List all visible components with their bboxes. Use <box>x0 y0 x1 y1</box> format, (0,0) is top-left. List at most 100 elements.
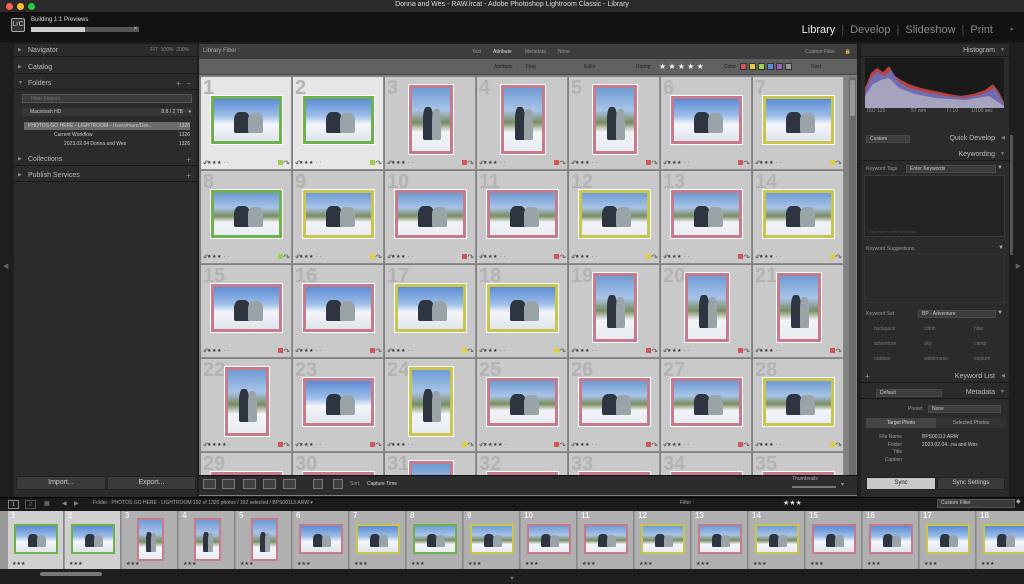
keyword-list-panel-header[interactable]: + Keyword List ◀ <box>861 370 1009 383</box>
rotate-right-icon[interactable]: ↷ <box>467 253 474 262</box>
rotate-left-icon[interactable]: ↶ <box>571 253 578 262</box>
export-button[interactable]: Export... <box>107 476 196 490</box>
photo-thumbnail[interactable] <box>303 190 374 238</box>
rotate-left-icon[interactable]: ↶ <box>663 159 670 168</box>
photo-thumbnail[interactable] <box>777 273 821 342</box>
left-panel-toggle-icon[interactable]: ◀ <box>3 262 8 270</box>
collections-panel-header[interactable]: ▶ Collections + <box>14 153 197 166</box>
rotate-right-icon[interactable]: ↷ <box>651 441 658 450</box>
grid-cell[interactable]: 30 <box>293 453 384 475</box>
grid-cell[interactable]: 8 ★★★ · · ↶ ↷ <box>201 171 292 264</box>
rotate-right-icon[interactable]: ↷ <box>283 347 290 356</box>
photo-thumbnail[interactable] <box>755 524 799 554</box>
photo-thumbnail[interactable] <box>303 284 374 332</box>
sort-direction-icon[interactable] <box>333 479 343 489</box>
folder-search-input[interactable]: Filter Folders <box>22 94 192 103</box>
rating-stars[interactable]: ★★★ · · <box>483 348 506 354</box>
rotate-left-icon[interactable]: ↶ <box>387 159 394 168</box>
photo-thumbnail[interactable] <box>303 378 374 426</box>
rotate-right-icon[interactable]: ↷ <box>835 253 842 262</box>
photo-thumbnail[interactable] <box>671 378 742 426</box>
color-label-badge[interactable] <box>278 254 283 259</box>
rotate-right-icon[interactable]: ↷ <box>375 253 382 262</box>
rotate-right-icon[interactable]: ↷ <box>467 441 474 450</box>
photo-thumbnail[interactable] <box>409 367 453 436</box>
rotate-left-icon[interactable]: ↶ <box>295 347 302 356</box>
keyword-set-item[interactable]: hike <box>974 326 983 332</box>
zoom-200[interactable]: 200% <box>176 47 189 53</box>
rotate-right-icon[interactable]: ↷ <box>743 159 750 168</box>
filter-tab-metadata[interactable]: Metadata <box>525 49 546 55</box>
photo-thumbnail[interactable] <box>926 524 970 554</box>
folders-remove-icon[interactable]: − <box>186 77 191 90</box>
photo-thumbnail[interactable] <box>225 367 269 436</box>
keyword-list-add-icon[interactable]: + <box>865 370 870 383</box>
rotate-left-icon[interactable]: ↶ <box>571 159 578 168</box>
primary-window-button[interactable]: 1 <box>8 500 19 509</box>
color-label-badge[interactable] <box>278 442 283 447</box>
photo-thumbnail[interactable] <box>983 524 1024 554</box>
rating-stars[interactable]: ★★★ · · <box>667 254 690 260</box>
photo-thumbnail[interactable] <box>356 524 400 554</box>
grid-cell[interactable]: 2 ★★★ · · ↶ ↷ <box>293 77 384 170</box>
people-view-icon[interactable] <box>283 479 296 489</box>
grid-cell[interactable]: 17 ★★★ · · ↶ ↷ <box>385 265 476 358</box>
module-slideshow[interactable]: Slideshow <box>905 24 955 36</box>
photo-thumbnail[interactable] <box>487 378 558 426</box>
grid-cell[interactable]: 19 ★★★ · · ↶ ↷ <box>569 265 660 358</box>
color-filter-purple[interactable] <box>776 63 783 70</box>
rating-stars[interactable]: ★★★★ · <box>207 442 231 448</box>
rating-stars[interactable]: ★★★ · · <box>391 348 414 354</box>
rotate-right-icon[interactable]: ↷ <box>283 441 290 450</box>
filmstrip-cell[interactable]: 12 ★★★ <box>635 511 691 569</box>
keyword-tags-select[interactable]: Enter Keywords <box>906 165 996 173</box>
photo-thumbnail[interactable] <box>71 524 115 554</box>
rotate-right-icon[interactable]: ↷ <box>743 347 750 356</box>
color-filter-red[interactable] <box>740 63 747 70</box>
photo-thumbnail[interactable] <box>409 461 453 475</box>
rotate-right-icon[interactable]: ↷ <box>559 441 566 450</box>
rotate-left-icon[interactable]: ↶ <box>479 159 486 168</box>
photo-thumbnail[interactable] <box>641 524 685 554</box>
filmstrip-source-path[interactable]: Folder : PHOTOS GO HERE - LIGHTROOM 192 … <box>93 500 313 506</box>
rating-stars[interactable]: ★★★ · · <box>391 254 414 260</box>
filter-lock-icon[interactable]: 🔒 <box>845 49 851 55</box>
rating-stars[interactable]: ★★★ · · <box>667 160 690 166</box>
right-panel-scrollbar[interactable] <box>1010 135 1013 255</box>
photo-thumbnail[interactable] <box>685 273 729 342</box>
rotate-right-icon[interactable]: ↷ <box>283 159 290 168</box>
keyword-set-item[interactable]: explore <box>974 356 990 362</box>
grid-cell[interactable]: 6 ★★★ · · ↶ ↷ <box>661 77 752 170</box>
photo-thumbnail[interactable] <box>211 284 282 332</box>
back-arrow-icon[interactable]: ◀ <box>62 500 67 507</box>
grid-view-icon[interactable] <box>203 479 216 489</box>
rotate-left-icon[interactable]: ↶ <box>203 441 210 450</box>
loupe-view-icon[interactable] <box>222 479 235 489</box>
grid-cell[interactable]: 13 ★★★ · · ↶ ↷ <box>661 171 752 264</box>
rotate-left-icon[interactable]: ↶ <box>479 347 486 356</box>
color-label-badge[interactable] <box>646 254 651 259</box>
rotate-right-icon[interactable]: ↷ <box>375 441 382 450</box>
grid-cell[interactable]: 33 <box>569 453 660 475</box>
rotate-left-icon[interactable]: ↶ <box>755 441 762 450</box>
import-button[interactable]: Import... <box>16 476 106 490</box>
color-filter-blue[interactable] <box>767 63 774 70</box>
filmstrip-cell[interactable]: 16 ★★★ <box>863 511 919 569</box>
folder-tree-row[interactable]: 2023.02.04 Donna and Wes 1326 <box>24 140 190 148</box>
grid-cell[interactable]: 21 ★★★ · · ↶ ↷ <box>753 265 844 358</box>
grid-cell[interactable]: 16 ★★★ · · ↶ ↷ <box>293 265 384 358</box>
navigator-zoom-options[interactable]: FIT 100% 200% <box>150 44 189 57</box>
photo-thumbnail[interactable] <box>698 524 742 554</box>
keyword-set-item[interactable]: climb <box>924 326 936 332</box>
keyword-entry-area[interactable]: Click here to add keywords <box>864 175 1005 237</box>
filter-preset-select[interactable]: Custom Filter <box>805 49 835 55</box>
rating-stars[interactable]: ★★★ · · <box>667 348 690 354</box>
photo-thumbnail[interactable] <box>593 273 637 342</box>
rating-stars[interactable]: ★★★ · · <box>207 348 230 354</box>
color-label-badge[interactable] <box>830 160 835 165</box>
selected-photos-tab[interactable]: Selected Photos <box>936 418 1006 428</box>
quick-develop-panel-header[interactable]: Quick Develop ◀ <box>861 132 1009 145</box>
filmstrip-filter-select[interactable]: Custom Filter <box>937 499 1015 508</box>
photo-thumbnail[interactable] <box>194 518 221 561</box>
filter-tab-attribute[interactable]: Attribute <box>493 49 512 55</box>
